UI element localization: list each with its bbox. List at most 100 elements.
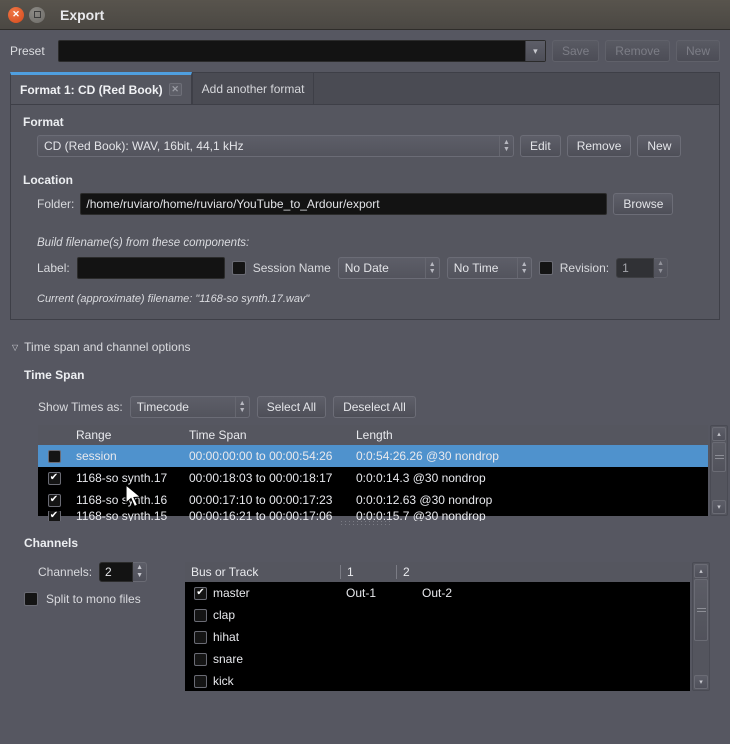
row-time-span: 00:00:16:21 to 00:00:17:06 (189, 511, 333, 521)
preset-remove-button[interactable]: Remove (605, 40, 670, 62)
chevron-up-icon[interactable]: ▴ (712, 427, 726, 441)
format-tabs: Format 1: CD (Red Book) ✕ Add another fo… (10, 72, 720, 104)
revision-label: Revision: (559, 261, 610, 275)
column-ch2[interactable]: 2 (396, 565, 690, 579)
channels-list[interactable]: Bus or Track 1 2 ✔ master Out-1 Out-2 cl… (185, 562, 690, 691)
row-checkbox[interactable]: ✔ (194, 586, 207, 600)
table-row[interactable]: session 00:00:00:00 to 00:00:54:26 0:0:5… (38, 445, 708, 467)
preset-combo[interactable]: ▾ (58, 40, 546, 62)
chevron-down-icon[interactable]: ▾ (694, 675, 708, 689)
preset-row: Preset ▾ Save Remove New (10, 30, 720, 72)
chevron-down-icon[interactable]: ▾ (712, 500, 726, 514)
row-checkbox[interactable]: ✔ (47, 511, 61, 521)
scrollbar-track[interactable] (694, 642, 708, 675)
channels-count-value: 2 (105, 565, 112, 579)
scrollbar-thumb[interactable] (694, 579, 708, 641)
tab-strip-filler (314, 72, 720, 104)
table-row[interactable]: ✔ master Out-1 Out-2 (185, 582, 690, 604)
folder-input[interactable]: /home/ruviaro/home/ruviaro/YouTube_to_Ar… (80, 193, 608, 215)
deselect-all-button[interactable]: Deselect All (333, 396, 416, 418)
tab-add-another-format[interactable]: Add another format (191, 72, 315, 104)
show-times-combo[interactable]: Timecode ▲ ▼ (129, 396, 250, 418)
row-checkbox[interactable]: ✔ (47, 471, 61, 485)
preset-new-button[interactable]: New (675, 40, 720, 62)
row-checkbox[interactable] (194, 608, 207, 622)
browse-button[interactable]: Browse (613, 193, 674, 215)
channels-body: Channels: 2 ▲ ▼ Split to mono files Bus o… (10, 562, 720, 691)
grip-icon (714, 453, 724, 461)
revision-value: 1 (622, 261, 629, 275)
row-ch2: Out-2 (422, 586, 453, 600)
session-name-checkbox[interactable] (231, 261, 246, 275)
label-label: Label: (37, 261, 70, 275)
row-range: 1168-so synth.17 (76, 471, 168, 485)
row-ch1: Out-1 (346, 586, 377, 600)
channels-scrollbar[interactable]: ▴ ▾ (692, 562, 710, 691)
location-row: Folder: /home/ruviaro/home/ruviaro/YouTu… (37, 193, 707, 215)
column-bus-or-track[interactable]: Bus or Track (185, 565, 340, 579)
row-checkbox[interactable] (194, 652, 207, 666)
column-length[interactable]: Length (350, 428, 708, 442)
tab-format-1[interactable]: Format 1: CD (Red Book) ✕ (10, 72, 192, 104)
close-icon[interactable]: ✕ (8, 6, 24, 23)
table-row[interactable]: kick (185, 670, 690, 692)
channels-left-column: Channels: 2 ▲ ▼ Split to mono files (10, 562, 185, 691)
time-span-channel-expander[interactable]: ▽ Time span and channel options (12, 340, 720, 354)
row-checkbox[interactable] (194, 674, 207, 688)
spinner-icon[interactable]: ▲ ▼ (424, 258, 439, 278)
row-checkbox[interactable]: ✔ (47, 493, 61, 507)
time-span-section-title: Time Span (24, 368, 85, 382)
spinner-icon[interactable]: ▲ ▼ (654, 258, 669, 278)
close-icon[interactable]: ✕ (168, 83, 182, 96)
row-range: 1168-so synth.16 (76, 493, 168, 507)
channels-stepper[interactable]: 2 ▲ ▼ (99, 562, 148, 582)
table-row[interactable]: clap (185, 604, 690, 626)
chevron-up-icon[interactable]: ▴ (694, 564, 708, 578)
date-combo[interactable]: No Date ▲ ▼ (337, 257, 440, 279)
scrollbar-track[interactable] (712, 473, 726, 501)
format-combo[interactable]: CD (Red Book): WAV, 16bit, 44,1 kHz ▲ ▼ (37, 135, 514, 157)
revision-checkbox[interactable] (538, 261, 553, 275)
row-checkbox[interactable] (47, 449, 61, 463)
column-ch1[interactable]: 1 (340, 565, 396, 579)
select-all-button[interactable]: Select All (256, 396, 327, 418)
grip-icon (696, 606, 706, 614)
session-name-label: Session Name (252, 261, 331, 275)
column-range[interactable]: Range (70, 428, 183, 442)
table-row[interactable]: ✔ 1168-so synth.15 00:00:16:21 to 00:00:… (38, 511, 708, 521)
split-mono-row[interactable]: Split to mono files (24, 592, 185, 606)
spinner-icon[interactable]: ▲ ▼ (516, 258, 531, 278)
table-row[interactable]: snare (185, 648, 690, 670)
row-checkbox[interactable] (194, 630, 207, 644)
table-row[interactable]: hihat (185, 626, 690, 648)
row-length: 0:0:0:14.3 @30 nondrop (356, 471, 486, 485)
format-new-button[interactable]: New (637, 135, 682, 157)
spinner-icon[interactable]: ▲ ▼ (133, 562, 148, 582)
row-length: 0:0:0:15.7 @30 nondrop (356, 511, 486, 521)
date-value: No Date (344, 261, 389, 275)
label-input[interactable] (76, 257, 225, 279)
time-span-scrollbar[interactable]: ▴ ▾ (710, 425, 728, 516)
row-time-span: 00:00:17:10 to 00:00:17:23 (189, 493, 333, 507)
row-time-span: 00:00:18:03 to 00:00:18:17 (189, 471, 333, 485)
grip-dots-icon (340, 521, 390, 525)
time-span-list[interactable]: Range Time Span Length session 00:00:00:… (38, 425, 708, 521)
spinner-icon[interactable]: ▲ ▼ (234, 397, 249, 417)
table-row[interactable]: ✔ 1168-so synth.16 00:00:17:10 to 00:00:… (38, 489, 708, 511)
format-panel: Format CD (Red Book): WAV, 16bit, 44,1 k… (10, 104, 720, 320)
scrollbar-thumb[interactable] (712, 442, 726, 472)
spinner-icon[interactable]: ▲ ▼ (499, 136, 513, 156)
time-combo[interactable]: No Time ▲ ▼ (446, 257, 532, 279)
table-row[interactable]: ✔ 1168-so synth.17 00:00:18:03 to 00:00:… (38, 467, 708, 489)
maximize-icon[interactable] (29, 6, 45, 23)
split-to-mono-checkbox[interactable] (24, 592, 38, 606)
chevron-down-icon[interactable]: ▾ (524, 41, 545, 61)
format-edit-button[interactable]: Edit (520, 135, 561, 157)
column-time-span[interactable]: Time Span (183, 428, 350, 442)
preset-save-button[interactable]: Save (551, 40, 600, 62)
revision-stepper[interactable]: 1 ▲ ▼ (616, 258, 669, 278)
time-value: No Time (453, 261, 499, 275)
row-range: 1168-so synth.15 (76, 511, 168, 521)
format-remove-button[interactable]: Remove (566, 135, 632, 157)
triangle-down-icon[interactable]: ▽ (12, 343, 18, 352)
